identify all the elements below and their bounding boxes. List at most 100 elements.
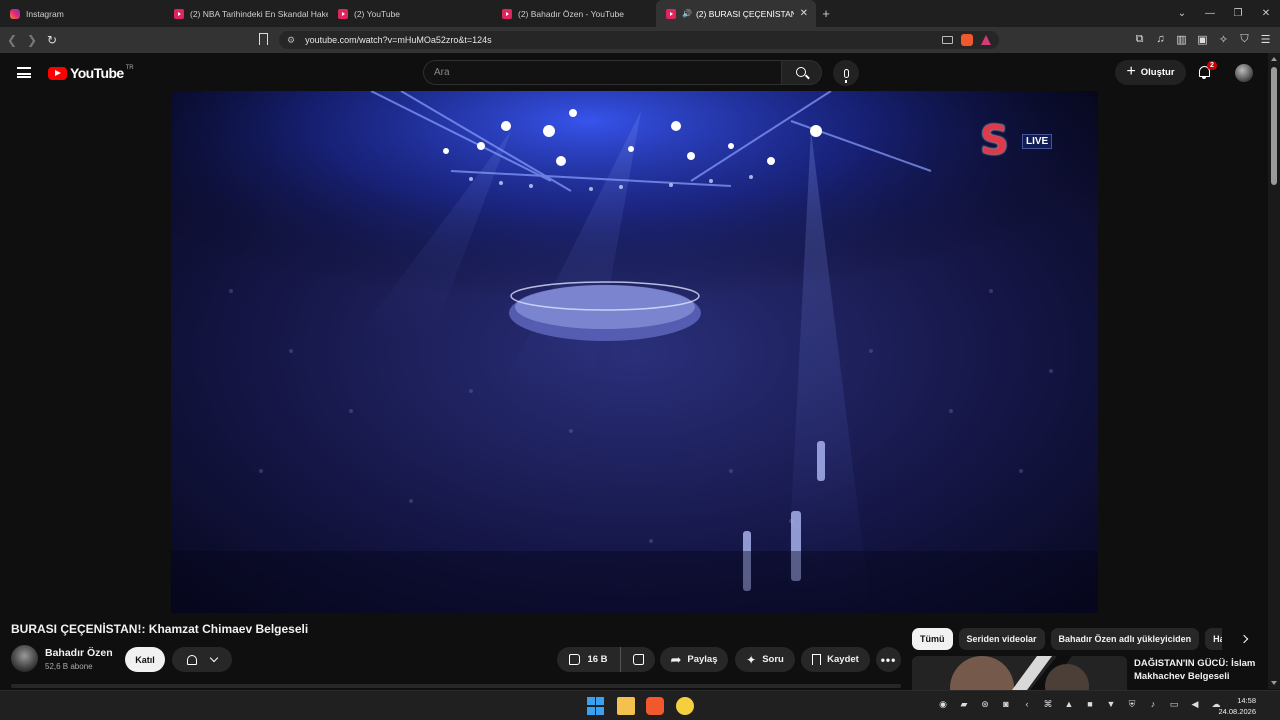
bookmark-icon[interactable] xyxy=(259,33,268,45)
brave-shields-icon[interactable] xyxy=(961,34,973,46)
scrollbar-thumb[interactable] xyxy=(1271,67,1277,185)
close-window-icon[interactable]: ✕ xyxy=(1252,8,1280,19)
chevron-down-icon xyxy=(210,653,219,662)
url-text[interactable]: youtube.com/watch?v=mHuMOa52zro&t=124s xyxy=(305,35,492,45)
volume-tray-icon[interactable]: ◀ xyxy=(1188,699,1202,710)
leo-ai-icon[interactable]: ✧ xyxy=(1217,33,1230,46)
discord-tray-icon[interactable]: ◙ xyxy=(999,699,1013,710)
tab-title: Instagram xyxy=(26,8,64,19)
shield-tray-icon[interactable]: ⛨ xyxy=(1125,699,1139,710)
youtube-logo[interactable]: YouTube TR xyxy=(48,65,134,81)
close-tab-icon[interactable]: ✕ xyxy=(794,8,808,19)
search-input[interactable] xyxy=(434,67,781,78)
clock-date: 24.08.2026 xyxy=(1218,707,1256,716)
video-title: BURASI ÇEÇENİSTAN!: Khamzat Chimaev Belg… xyxy=(11,622,309,636)
channel-name[interactable]: Bahadır Özen xyxy=(45,647,113,659)
tab-instagram[interactable]: Instagram xyxy=(0,0,164,27)
chips-next-button[interactable] xyxy=(1236,630,1252,648)
reload-icon[interactable]: ↻ xyxy=(42,33,62,47)
youtube-icon xyxy=(338,8,348,19)
wallet-icon[interactable]: ▣ xyxy=(1196,33,1209,46)
site-settings-icon[interactable]: ⚙ xyxy=(287,35,295,46)
green-tray-icon[interactable]: ▲ xyxy=(1062,699,1076,710)
media-icon[interactable]: ♫ xyxy=(1154,33,1167,46)
tab-bahadir-ozen[interactable]: (2) Bahadır Özen - YouTube xyxy=(492,0,656,27)
ask-button[interactable]: ✦ Soru xyxy=(735,647,795,672)
share-button[interactable]: ➦ Paylaş xyxy=(660,647,728,672)
guide-menu-icon[interactable] xyxy=(17,67,31,78)
tab-youtube[interactable]: (2) YouTube xyxy=(328,0,492,27)
recommended-thumbnail[interactable] xyxy=(912,656,1127,690)
channel-avatar[interactable] xyxy=(11,645,38,672)
like-button[interactable]: 16 B xyxy=(557,647,621,672)
taskbar-clock[interactable]: 14:58 24.08.2026 xyxy=(1218,695,1256,717)
like-count: 16 B xyxy=(587,654,608,665)
nvidia-tray-icon[interactable]: ▰ xyxy=(957,699,971,710)
youtube-header: YouTube TR + Oluştur 2 xyxy=(0,53,1280,91)
thumbs-down-icon xyxy=(632,654,644,665)
join-button[interactable]: Katıl xyxy=(125,647,165,672)
dislike-button[interactable] xyxy=(621,647,655,672)
account-avatar[interactable] xyxy=(1235,64,1253,82)
new-tab-button[interactable]: + xyxy=(816,6,836,21)
address-bar-row: ❮ ❯ ↻ ⚙ youtube.com/watch?v=mHuMOa52zro&… xyxy=(0,27,1280,53)
chip-partial[interactable]: Ham xyxy=(1205,628,1222,650)
subscription-button[interactable] xyxy=(172,647,232,672)
cast-icon[interactable] xyxy=(942,36,953,44)
red-tray-icon[interactable]: ▼ xyxy=(1104,699,1118,710)
page-scrollbar[interactable] xyxy=(1268,53,1280,689)
recommended-title[interactable]: DAĞISTAN'IN GÜCÜ: İslam Makhachev Belges… xyxy=(1134,657,1264,683)
create-button[interactable]: + Oluştur xyxy=(1115,60,1186,85)
share-label: Paylaş xyxy=(687,654,718,665)
tab-list-chevron-icon[interactable]: ⌄ xyxy=(1168,8,1196,19)
country-code: TR xyxy=(125,65,134,71)
tab-nba[interactable]: (2) NBA Tarihindeki En Skandal Hakem xyxy=(164,0,328,27)
save-button[interactable]: Kaydet xyxy=(801,647,870,672)
youtube-play-icon xyxy=(48,66,67,80)
file-explorer-icon[interactable] xyxy=(617,697,635,715)
tab-active-video[interactable]: 🔊 (2) BURASI ÇEÇENİSTAN!: Kh ✕ xyxy=(656,0,816,27)
chip-all[interactable]: Tümü xyxy=(912,628,953,650)
brave-browser-icon[interactable] xyxy=(646,697,664,715)
vpn-icon[interactable]: ⛉ xyxy=(1238,33,1251,46)
monitor-tray-icon[interactable]: ▭ xyxy=(1167,699,1181,710)
window-controls: ⌄ — ❐ ✕ xyxy=(1168,0,1280,27)
url-field[interactable]: ⚙ youtube.com/watch?v=mHuMOa52zro&t=124s xyxy=(279,31,999,49)
search-button[interactable] xyxy=(781,60,822,85)
forward-icon[interactable]: ❯ xyxy=(22,33,42,47)
notification-badge: 2 xyxy=(1207,61,1217,70)
more-actions-button[interactable]: ••• xyxy=(876,647,901,672)
back-icon[interactable]: ❮ xyxy=(2,33,22,47)
voice-search-button[interactable] xyxy=(833,60,859,86)
tab-title: (2) NBA Tarihindeki En Skandal Hakem xyxy=(190,8,328,19)
youtube-icon xyxy=(666,8,676,19)
bell-icon xyxy=(186,654,197,665)
restore-icon[interactable]: ❐ xyxy=(1224,8,1252,19)
chip-series[interactable]: Seriden videolar xyxy=(958,628,1045,650)
sidebar-icon[interactable]: ▥ xyxy=(1175,33,1188,46)
minimize-icon[interactable]: — xyxy=(1196,8,1224,19)
create-label: Oluştur xyxy=(1140,67,1175,78)
extensions-icon[interactable]: ⧉ xyxy=(1133,33,1146,46)
mic-tray-icon[interactable]: ♪ xyxy=(1146,699,1160,710)
video-player[interactable] xyxy=(171,91,1098,613)
youtube-icon xyxy=(502,8,512,19)
windows-start-icon[interactable] xyxy=(587,697,605,715)
search-box xyxy=(423,60,781,85)
pikachu-app-icon[interactable] xyxy=(676,697,694,715)
orange-tray-icon[interactable]: ■ xyxy=(1083,699,1097,710)
gamepad-tray-icon[interactable]: ⌘ xyxy=(1041,699,1055,710)
chrome-tray-icon[interactable]: ◉ xyxy=(936,699,950,710)
menu-icon[interactable]: ☰ xyxy=(1259,33,1272,46)
bookmark-icon xyxy=(812,654,822,665)
brave-rewards-icon[interactable] xyxy=(981,35,991,45)
scroll-down-icon[interactable] xyxy=(1271,681,1277,685)
scroll-up-icon[interactable] xyxy=(1271,57,1277,61)
steam-tray-icon[interactable]: ⊛ xyxy=(978,699,992,710)
chip-uploader[interactable]: Bahadır Özen adlı yükleyiciden xyxy=(1050,628,1200,650)
clock-time: 14:58 xyxy=(1237,696,1256,705)
description-box-edge[interactable] xyxy=(11,684,901,688)
back-arrow-tray-icon[interactable]: ‹ xyxy=(1020,699,1034,710)
notifications-button[interactable]: 2 xyxy=(1196,61,1217,83)
speaker-icon[interactable]: 🔊 xyxy=(682,9,692,18)
